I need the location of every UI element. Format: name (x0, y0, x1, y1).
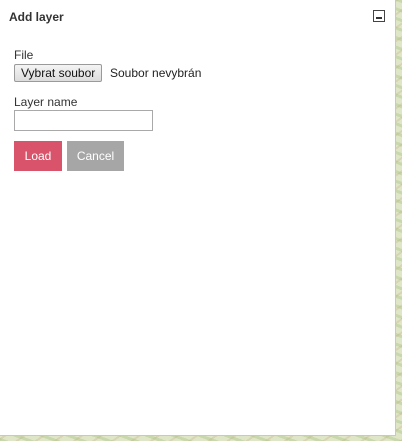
file-status-text: Soubor nevybrán (110, 66, 202, 80)
layer-name-label: Layer name (14, 95, 78, 109)
load-button[interactable]: Load (14, 141, 62, 171)
cancel-button[interactable]: Cancel (67, 141, 124, 171)
file-label: File (14, 48, 34, 62)
layer-name-input[interactable] (14, 110, 153, 131)
choose-file-button[interactable]: Vybrat soubor (14, 64, 103, 82)
minimize-icon[interactable] (373, 10, 385, 22)
add-layer-panel: Add layer File Vybrat soubor Soubor nevy… (0, 0, 396, 436)
panel-title: Add layer (9, 10, 64, 24)
